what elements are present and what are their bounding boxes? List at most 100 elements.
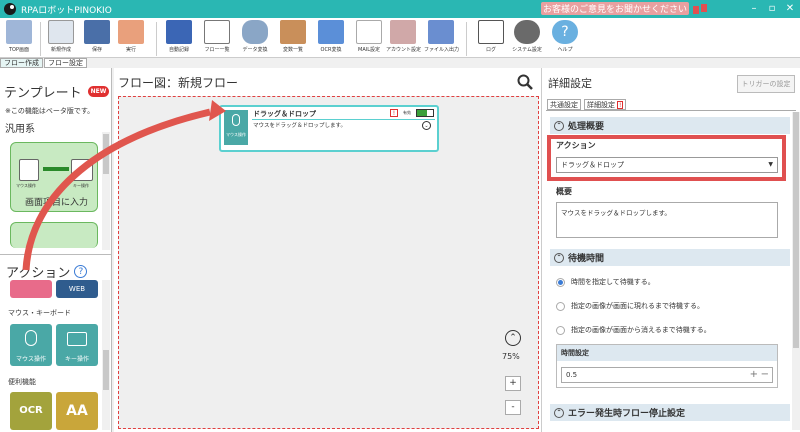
node-divider [252,119,435,120]
template-card[interactable]: マウス操作 キー操作 画面項目に入力 [10,142,98,212]
dropdown-icon: ▼ [768,161,773,168]
decrement-icon[interactable]: − [761,368,769,382]
new-file-icon [48,20,74,44]
mail-icon [356,20,382,44]
run-button[interactable]: 実行 [114,20,148,58]
radio-button [556,301,565,311]
detail-scrollbar[interactable] [792,112,800,430]
box-icon [280,20,306,44]
beta-note: ※この機能はベータ版です。 [5,107,95,115]
template-title: テンプレート [4,86,82,101]
section-process-header[interactable]: ⌃ 処理概要 [550,117,790,134]
ocr-convert-button[interactable]: OCR変換 [314,20,348,58]
pink-tile[interactable] [10,280,52,298]
section-wait-header[interactable]: ⌃ 待機時間 [550,249,790,266]
key-action-tile[interactable]: キー操作 [56,324,98,366]
chevron-up-icon: ⌃ [554,120,564,131]
zoom-out-button[interactable]: - [505,400,521,415]
template-scrollbar[interactable] [102,132,110,250]
mouse-keyboard-label: マウス・キーボード [8,309,71,317]
feedback-link[interactable]: お客様のご意見をお聞かせください [540,2,708,15]
zoom-level: 75% [502,352,520,361]
keyboard-card-icon [71,159,93,181]
web-tile[interactable]: WEB [56,280,98,298]
trigger-button[interactable]: トリガーの設定 [737,75,795,93]
valid-label: 有効 [403,110,411,115]
log-button[interactable]: ログ [474,20,508,58]
tab-detail[interactable]: 詳細設定 ! [584,99,627,110]
gear-icon [514,20,540,44]
app-logo-icon [4,3,16,15]
convenient-label: 便利機能 [8,378,36,386]
help-button[interactable]: ? ヘルプ [548,20,582,58]
node-title: ドラッグ＆ドロップ [253,110,316,118]
zoom-in-button[interactable]: + [505,376,521,391]
time-settings-box: 時間設定 0.5 + − [556,344,778,388]
file-io-button[interactable]: ファイル入出力 [424,20,459,58]
summary-label: 概要 [556,187,572,196]
summary-textarea[interactable]: マウスをドラッグ＆ドロップします。 [556,202,778,238]
time-input[interactable]: 0.5 + − [561,367,773,383]
data-convert-button[interactable]: データ変換 [238,20,272,58]
variable-list-button[interactable]: 変数一覧 [276,20,310,58]
radio-button [556,325,565,335]
detail-title: 詳細設定 [548,77,592,90]
flow-panel: フロー図：新規フロー マウス操作 ドラッグ＆ドロップ ! 有効 マウスをドラッグ… [114,68,546,432]
flow-node[interactable]: マウス操作 ドラッグ＆ドロップ ! 有効 マウスをドラッグ＆ドロップします。 ⌄ [219,105,439,152]
log-icon [478,20,504,44]
action-scrollbar[interactable] [102,280,110,430]
enabled-toggle[interactable] [416,109,434,117]
close-button[interactable]: ✕ [780,0,800,18]
action-select[interactable]: ドラッグ＆ドロップ ▼ [556,157,778,173]
ocr-tile[interactable]: OCR [10,392,52,430]
action-label: アクション [556,141,596,150]
mouse-action-tile[interactable]: マウス操作 [10,324,52,366]
aa-tile[interactable]: AA [56,392,98,430]
chevron-up-icon: ⌃ [554,407,564,418]
mouse-icon [25,330,37,346]
flow-canvas[interactable]: マウス操作 ドラッグ＆ドロップ ! 有効 マウスをドラッグ＆ドロップします。 ⌄ [118,96,539,429]
tab-flow-create[interactable]: フロー作成 [0,58,43,68]
arrow-bar [43,167,69,171]
main-tabs: フロー作成 フロー設定 [0,58,88,68]
time-settings-header: 時間設定 [557,345,777,361]
radio-time[interactable]: 時間を指定して待機する。 [556,277,655,287]
home-icon [6,20,32,44]
detail-panel: 詳細設定 トリガーの設定 共通設定 詳細設定 ! ⌃ 処理概要 アクション ドラ… [541,68,800,432]
feedback-text: お客様のご意見をお聞かせください [540,2,689,15]
template-card-2[interactable] [10,222,98,248]
save-button[interactable]: 保存 [80,20,114,58]
radio-image-disappear[interactable]: 指定の画像が画面から消えるまで待機する。 [556,325,711,335]
minimize-button[interactable]: – [744,0,764,18]
account-icon [390,20,416,44]
help-circle-icon[interactable]: ? [74,265,88,278]
new-button[interactable]: 新規作成 [44,20,78,58]
radio-button [556,277,565,287]
template-card-label: 画面項目に入力 [25,198,89,208]
action-title: アクション [6,266,71,281]
node-desc: マウスをドラッグ＆ドロップします。 [253,123,346,129]
tab-flow-settings[interactable]: フロー設定 [44,58,87,68]
account-settings-button[interactable]: アカウント設定 [386,20,421,58]
flow-list-button[interactable]: フロー一覧 [200,20,234,58]
run-icon [118,20,144,44]
radio-image-appear[interactable]: 指定の画像が画面に現れるまで待機する。 [556,301,704,311]
file-io-icon [428,20,454,44]
mail-settings-button[interactable]: MAIL設定 [352,20,386,58]
maximize-button[interactable]: ▫ [762,0,782,18]
main-toolbar: TOP画面 新規作成 保存 実行 自動記録 フロー一覧 データ変換 変数一覧 O… [0,18,800,58]
increment-icon[interactable]: + [750,368,758,382]
card-key-label: キー操作 [73,183,89,188]
collapse-up-icon[interactable]: ⌃ [505,330,521,346]
search-icon[interactable] [517,74,533,90]
system-settings-button[interactable]: システム設定 [510,20,544,58]
record-icon [166,20,192,44]
top-screen-button[interactable]: TOP画面 [2,20,36,58]
expand-icon[interactable]: ⌄ [422,121,431,130]
general-label: 汎用系 [5,124,35,135]
node-icon-tile: マウス操作 [224,110,248,145]
keyboard-icon [67,332,87,346]
section-error-header[interactable]: ⌃ エラー発生時フロー停止設定 [550,404,790,421]
tab-common[interactable]: 共通設定 [547,99,581,110]
auto-record-button[interactable]: 自動記録 [162,20,196,58]
